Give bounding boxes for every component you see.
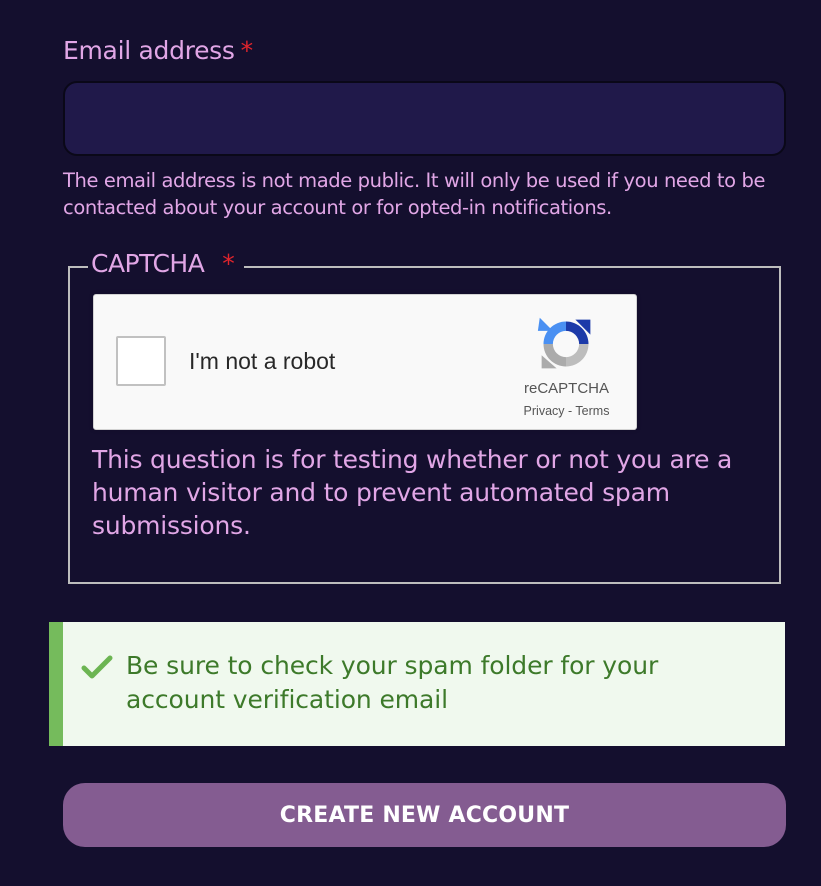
email-required-marker: * — [240, 36, 254, 65]
privacy-link[interactable]: Privacy — [524, 404, 565, 418]
terms-link[interactable]: Terms — [575, 404, 609, 418]
email-help-text: The email address is not made public. It… — [63, 169, 766, 219]
spam-folder-notice: Be sure to check your spam folder for yo… — [49, 622, 785, 746]
recaptcha-widget: I'm not a robot reCAPTCHA Privacy - Term… — [93, 294, 637, 430]
email-label: Email address * — [63, 36, 253, 65]
recaptcha-label: I'm not a robot — [189, 348, 336, 374]
recaptcha-logo-icon — [537, 317, 591, 369]
recaptcha-link-separator: - — [564, 404, 576, 418]
notice-text: Be sure to check your spam folder for yo… — [126, 651, 659, 714]
captcha-legend-text: CAPTCHA — [91, 249, 205, 278]
captcha-required-marker: * — [222, 249, 235, 278]
recaptcha-checkbox[interactable] — [116, 336, 166, 386]
create-account-button[interactable]: CREATE NEW ACCOUNT — [63, 783, 786, 847]
captcha-help-text: This question is for testing whether or … — [92, 445, 733, 540]
checkmark-icon — [81, 655, 113, 679]
email-label-text: Email address — [63, 36, 235, 65]
captcha-legend: CAPTCHA * — [88, 249, 245, 278]
email-field[interactable] — [63, 81, 786, 156]
recaptcha-brand: reCAPTCHA — [523, 380, 609, 397]
recaptcha-links: Privacy - Terms — [499, 404, 634, 418]
